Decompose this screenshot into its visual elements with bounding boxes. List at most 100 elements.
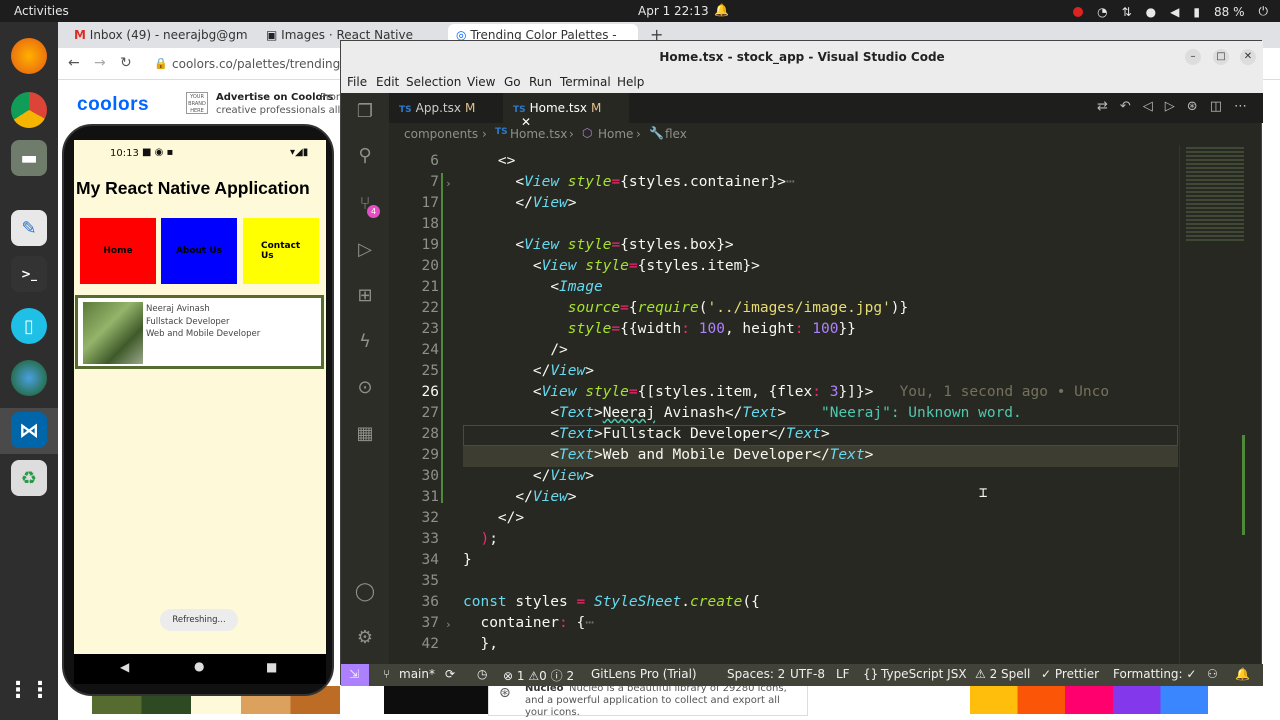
- ad-title[interactable]: Advertise on Coolors: [216, 92, 333, 103]
- menu-file[interactable]: File: [347, 75, 367, 89]
- eol-status[interactable]: LF: [836, 667, 850, 681]
- lightning-icon[interactable]: ϟ: [353, 331, 377, 355]
- run-debug-icon[interactable]: ▷: [353, 239, 377, 263]
- language-status[interactable]: TypeScript JSX: [881, 667, 967, 681]
- clock[interactable]: Apr 1 22:13: [638, 4, 709, 18]
- url-input[interactable]: coolors.co/palettes/trending: [172, 57, 340, 71]
- braces-icon: {}: [863, 667, 879, 681]
- branch-icon: ⑂: [383, 667, 391, 681]
- profile-card: Neeraj Avinash Fullstack Developer Web a…: [75, 295, 324, 369]
- menu-terminal[interactable]: Terminal: [560, 75, 611, 89]
- firefox-icon[interactable]: [11, 38, 47, 74]
- indentation-status[interactable]: Spaces: 2: [727, 667, 785, 681]
- compare-icon[interactable]: ⇄: [1097, 99, 1108, 114]
- palette-strip-3[interactable]: [970, 686, 1208, 714]
- encoding-status[interactable]: UTF-8: [790, 667, 825, 681]
- palette-strip-2[interactable]: [384, 686, 488, 714]
- minimap[interactable]: [1179, 145, 1249, 664]
- error-icon: ⊗: [503, 669, 514, 683]
- breadcrumb-flex[interactable]: flex: [665, 127, 687, 141]
- breadcrumb-components[interactable]: components: [404, 127, 478, 141]
- recents-square-icon[interactable]: ■: [266, 660, 277, 674]
- menu-view[interactable]: View: [467, 75, 495, 89]
- trash-icon[interactable]: ♻: [11, 460, 47, 496]
- apps-grid-icon[interactable]: ⋮⋮: [7, 672, 51, 708]
- settings-gear-icon[interactable]: ⚙: [353, 627, 377, 651]
- menu-run[interactable]: Run: [529, 75, 552, 89]
- code-line: <Image: [550, 279, 603, 295]
- vscode-window: Home.tsx - stock_app - Visual Studio Cod…: [340, 40, 1263, 686]
- gitlens-status[interactable]: GitLens Pro (Trial): [591, 667, 697, 681]
- menu-selection[interactable]: Selection: [406, 75, 461, 89]
- search-icon[interactable]: ⚲: [353, 145, 377, 169]
- breadcrumb: components › TS Home.tsx › ⬡ Home › 🔧 fl…: [404, 126, 687, 141]
- code-line: <View style={styles.item}>: [532, 258, 760, 274]
- history-icon[interactable]: ↶: [1120, 99, 1131, 114]
- menu-help[interactable]: Help: [617, 75, 644, 89]
- code-line: <Text>Web and Mobile Developer</Text>: [550, 447, 874, 463]
- contact-us-button[interactable]: Contact Us: [243, 218, 319, 284]
- account-icon[interactable]: ◯: [353, 581, 377, 605]
- fold-chevron-icon[interactable]: ›: [445, 618, 452, 631]
- gitlens-icon[interactable]: ⊙: [353, 377, 377, 401]
- branch-name[interactable]: main*: [399, 667, 435, 681]
- code-line: <View style={styles.container}>⋯: [515, 174, 795, 190]
- spell-status[interactable]: ⚠ 2 Spell: [975, 667, 1030, 681]
- menu-edit[interactable]: Edit: [376, 75, 399, 89]
- text-editor-icon[interactable]: ✎: [11, 210, 47, 246]
- formatting-status[interactable]: Formatting: ✓: [1113, 667, 1196, 681]
- symbol-icon: ⬡: [582, 126, 593, 140]
- globe-icon[interactable]: [11, 360, 47, 396]
- notifications-bell-icon[interactable]: 🔔: [1235, 667, 1250, 681]
- prettier-status[interactable]: ✓ Prettier: [1041, 667, 1099, 681]
- phone-app-icon[interactable]: ▯: [11, 308, 47, 344]
- terminal-icon[interactable]: >_: [11, 256, 47, 292]
- reload-icon[interactable]: ↻: [120, 55, 132, 71]
- problems-indicator[interactable]: ⊗ 1 ⚠0 ⓘ 2: [503, 667, 574, 684]
- tab-home-tsx[interactable]: TS Home.tsx M ✕: [503, 93, 629, 129]
- editor-tabs: TS App.tsx M TS Home.tsx M ✕ ⇄ ↶ ◁ ▷ ⊛ ◫ ⋯: [389, 93, 1263, 129]
- back-arrow-icon[interactable]: ←: [68, 55, 80, 71]
- code-editor[interactable]: 6 7 17 18 19 20 21 22 23 24 25 26 27 28 …: [389, 145, 1179, 664]
- back-triangle-icon[interactable]: ◀: [120, 660, 129, 674]
- forward-arrow-icon[interactable]: →: [94, 55, 106, 71]
- source-control-icon[interactable]: ⑂ 4: [353, 193, 380, 218]
- activities-button[interactable]: Activities: [14, 4, 69, 18]
- split-editor-icon[interactable]: ◫: [1210, 99, 1222, 114]
- nav-back-icon[interactable]: ◁: [1143, 99, 1153, 114]
- files-icon[interactable]: ▬: [11, 140, 47, 176]
- system-tray[interactable]: ◔ ⇅ ● ◀ ▮ 88 % ⏻: [1073, 4, 1268, 19]
- tab-app-tsx[interactable]: TS App.tsx M: [389, 93, 499, 123]
- maximize-button[interactable]: □: [1213, 49, 1229, 65]
- chrome-icon[interactable]: [11, 92, 47, 128]
- docker-icon[interactable]: ▦: [353, 423, 377, 447]
- menu-go[interactable]: Go: [504, 75, 521, 89]
- extensions-icon[interactable]: ⊞: [353, 285, 377, 309]
- breadcrumb-home[interactable]: Home: [598, 127, 633, 141]
- nav-forward-icon[interactable]: ▷: [1165, 99, 1175, 114]
- more-actions-icon[interactable]: ⋯: [1234, 99, 1247, 114]
- sync-icon[interactable]: ⟳: [445, 667, 455, 681]
- home-button[interactable]: Home: [80, 218, 156, 284]
- code-line: <View style={[styles.item, {flex: 3}]}> …: [532, 384, 1110, 400]
- clock-icon[interactable]: ◷: [477, 667, 487, 681]
- code-line: container: {⋯: [480, 615, 594, 631]
- vscode-icon[interactable]: ⋈: [11, 412, 47, 448]
- minimize-button[interactable]: –: [1185, 49, 1201, 65]
- home-circle-icon[interactable]: ●: [194, 659, 204, 673]
- gitlens-compare-icon[interactable]: ⊛: [1187, 99, 1198, 114]
- feedback-icon[interactable]: ⚇: [1207, 667, 1218, 681]
- fold-chevron-icon[interactable]: ›: [445, 177, 452, 190]
- remote-indicator[interactable]: ⇲: [341, 664, 369, 686]
- close-button[interactable]: ✕: [1240, 49, 1256, 65]
- git-change-gutter: [441, 173, 443, 503]
- browser-tab-gmail[interactable]: M Inbox (49) - neerajbg@gm: [66, 24, 252, 48]
- coolors-logo[interactable]: coolors: [77, 94, 149, 116]
- code-line: </View>: [532, 363, 594, 379]
- typescript-icon: TS: [513, 105, 526, 115]
- breadcrumb-file[interactable]: Home.tsx: [510, 127, 567, 141]
- wrench-icon: 🔧: [649, 126, 664, 140]
- about-us-button[interactable]: About Us: [161, 218, 237, 284]
- explorer-icon[interactable]: ❐: [353, 101, 377, 125]
- typescript-icon: TS: [399, 105, 412, 115]
